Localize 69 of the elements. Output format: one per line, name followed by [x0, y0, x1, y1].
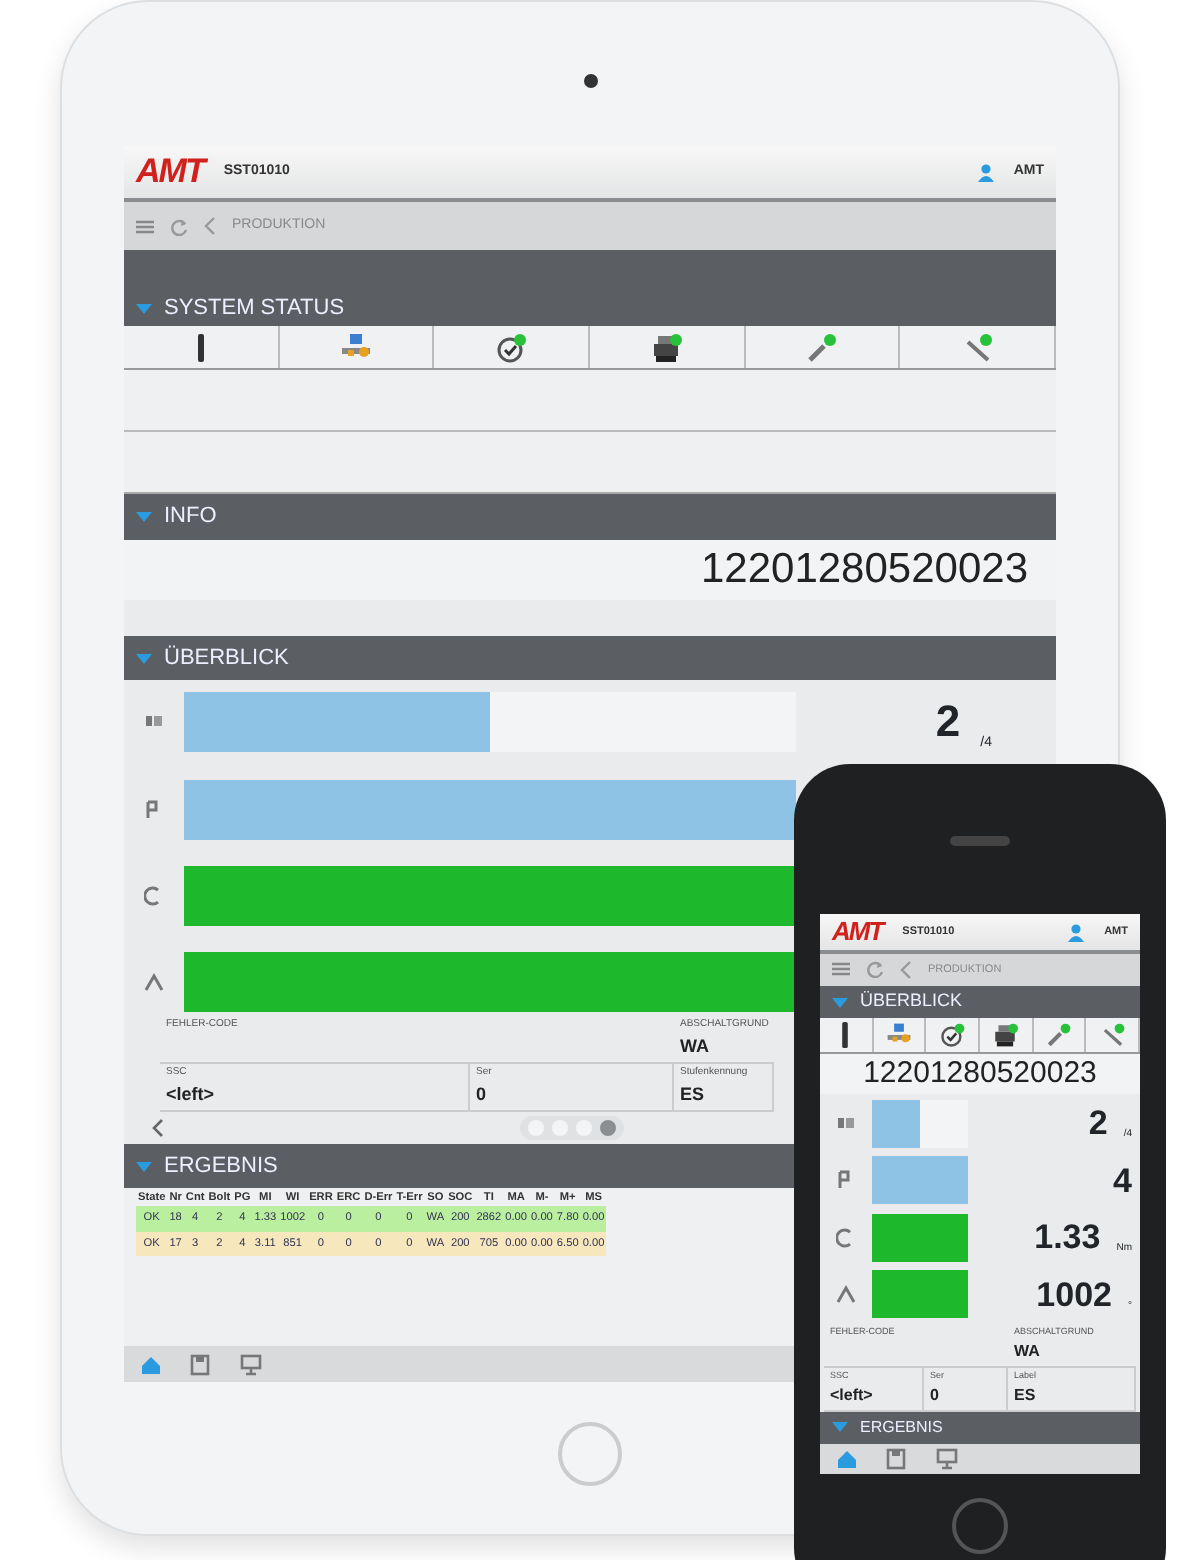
field-value: <left>: [166, 1081, 217, 1107]
back-chevron-icon[interactable]: [900, 959, 912, 980]
collapse-triangle-icon[interactable]: [136, 512, 152, 522]
back-chevron-icon[interactable]: [204, 216, 216, 236]
collapse-triangle-icon[interactable]: [136, 653, 152, 663]
section-title: ERGEBNIS: [164, 1151, 278, 1182]
monitor-icon[interactable]: [240, 1353, 262, 1375]
collapse-triangle-icon[interactable]: [832, 1422, 848, 1433]
section-header[interactable]: SYSTEM STATUS: [124, 290, 1056, 326]
field-value: 0: [930, 1383, 941, 1408]
section-title: ÜBERBLICK: [164, 643, 289, 674]
count-value: 2: [935, 694, 961, 750]
field-value: ES: [1014, 1383, 1038, 1408]
speaker-slot: [950, 836, 1010, 846]
field-value: 0: [476, 1081, 489, 1107]
check-circle-icon: [495, 331, 528, 363]
section-title: SYSTEM STATUS: [164, 293, 345, 324]
collapse-triangle-icon[interactable]: [136, 303, 152, 313]
tool-icon: [197, 333, 204, 361]
section-header[interactable]: ÜBERBLICK: [124, 636, 1056, 680]
page-dot[interactable]: [600, 1120, 616, 1136]
sensor-icon: [144, 800, 164, 820]
collapse-triangle-icon[interactable]: [136, 1161, 152, 1171]
info-number: 12201280520023: [820, 1054, 1140, 1095]
app-logo: AMT: [136, 150, 204, 195]
previous-chevron-icon[interactable]: [152, 1118, 164, 1138]
gauge-value: 1.33: [1034, 1216, 1101, 1261]
info-number: 12201280520023: [124, 540, 1056, 600]
printer-icon: [650, 331, 683, 363]
printer-icon: [992, 1022, 1019, 1049]
section-header[interactable]: INFO: [124, 494, 1056, 540]
sensor-icon: [144, 972, 164, 992]
check-circle-icon: [939, 1022, 966, 1049]
user-icon[interactable]: [977, 163, 994, 181]
user-icon[interactable]: [1068, 923, 1085, 941]
home-icon[interactable]: [140, 1353, 162, 1375]
field-value: WA: [1014, 1339, 1042, 1364]
section-header[interactable]: ÜBERBLICK: [820, 985, 1140, 1019]
field-value: WA: [680, 1033, 711, 1059]
refresh-icon[interactable]: [170, 217, 188, 235]
sensor-icon: [144, 711, 164, 731]
sensor-icon: [836, 1227, 856, 1248]
home-icon[interactable]: [836, 1448, 858, 1471]
sensor-icon: [836, 1113, 856, 1134]
section-header[interactable]: ERGEBNIS: [820, 1411, 1140, 1445]
valve-icon: [340, 331, 372, 363]
wrench-icon: [806, 331, 839, 363]
wrench-icon: [1046, 1022, 1073, 1049]
sensor-icon: [836, 1284, 856, 1305]
section-title: ERGEBNIS: [860, 1415, 943, 1440]
home-button[interactable]: [952, 1498, 1008, 1554]
menu-icon[interactable]: [832, 962, 850, 977]
gauge-value: 1002: [1036, 1273, 1112, 1318]
app-logo: AMT: [832, 914, 883, 951]
sensor-icon: [836, 1170, 856, 1191]
field-value: ES: [680, 1081, 707, 1107]
screwdriver-icon: [961, 331, 994, 363]
gauge-value: 2: [1088, 1102, 1108, 1147]
section-title: INFO: [164, 502, 217, 533]
collapse-triangle-icon[interactable]: [832, 997, 848, 1008]
screwdriver-icon: [1099, 1022, 1126, 1049]
monitor-icon[interactable]: [936, 1448, 958, 1471]
field-value: <left>: [830, 1383, 875, 1408]
camera-dot: [583, 74, 597, 88]
menu-icon[interactable]: [136, 219, 154, 233]
gauge-value: 4: [1113, 1159, 1132, 1204]
refresh-icon[interactable]: [866, 960, 884, 979]
section-title: ÜBERBLICK: [860, 988, 963, 1015]
sensor-icon: [144, 886, 164, 906]
